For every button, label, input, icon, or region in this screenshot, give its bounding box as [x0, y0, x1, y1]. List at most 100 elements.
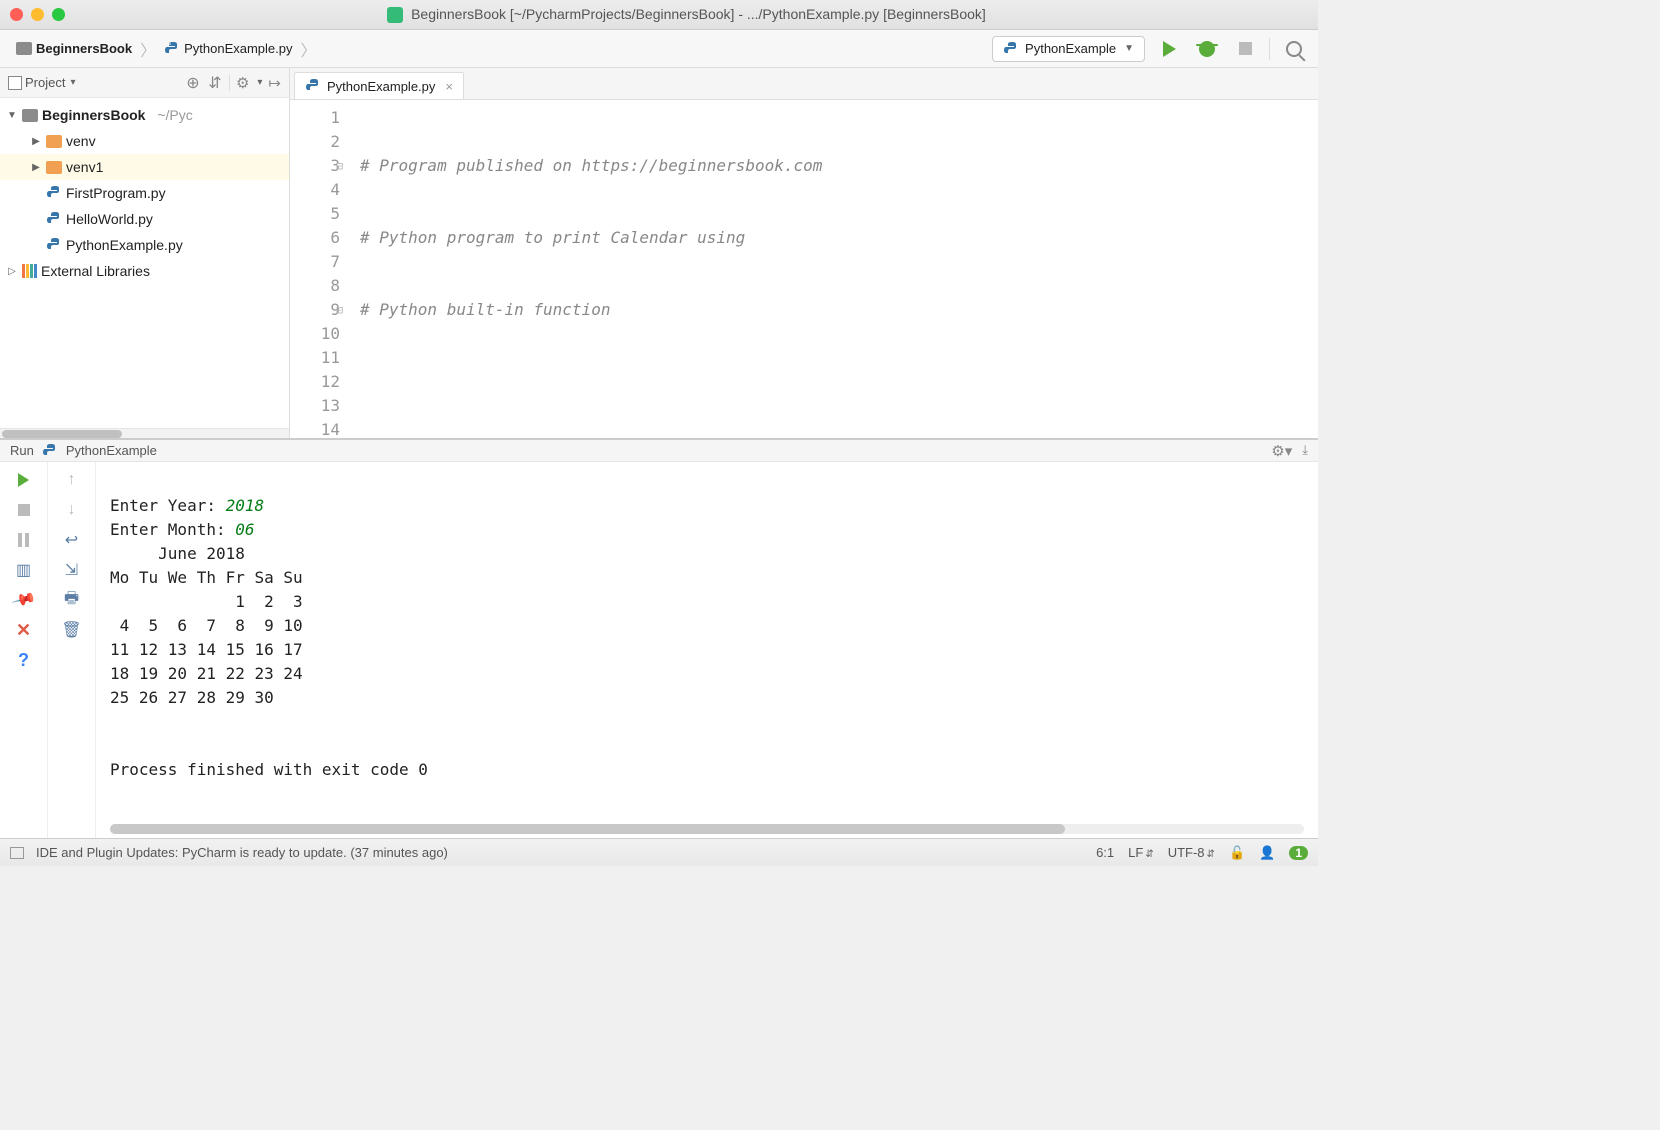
fold-icon[interactable]: ⊟ — [336, 298, 343, 322]
help-button[interactable]: ? — [14, 650, 34, 670]
editor: PythonExample.py × 1 2 3 4 5 6 7 8 9 10 … — [290, 68, 1318, 438]
pause-icon — [18, 533, 29, 547]
python-file-icon — [46, 237, 62, 253]
project-tool-label[interactable]: Project▾ — [8, 75, 76, 90]
tree-file[interactable]: PythonExample.py — [0, 232, 289, 258]
tree-folder[interactable]: ▶ venv — [0, 128, 289, 154]
tree-file[interactable]: FirstProgram.py — [0, 180, 289, 206]
scroll-to-end-icon[interactable]: ⇲ — [62, 560, 82, 580]
scrollbar-thumb[interactable] — [2, 430, 122, 438]
tree-external-libraries[interactable]: ▷ External Libraries — [0, 258, 289, 284]
stop-icon — [18, 504, 30, 516]
console-output[interactable]: Enter Year: 2018 Enter Month: 06 June 20… — [96, 462, 1318, 838]
folder-icon — [46, 161, 62, 174]
close-window-icon[interactable] — [10, 8, 23, 21]
stop-button[interactable] — [14, 500, 34, 520]
close-button[interactable]: ✕ — [14, 620, 34, 640]
project-tree[interactable]: ▼ BeginnersBook ~/Pyc ▶ venv ▶ venv1 Fir… — [0, 98, 289, 288]
scroll-to-source-icon[interactable]: ⊕ — [185, 75, 201, 91]
chevron-right-icon[interactable]: ▶ — [30, 136, 42, 147]
title-scope: [BeginnersBook] — [883, 6, 986, 22]
breadcrumb-separator: 〉 — [301, 37, 317, 61]
run-configuration-select[interactable]: PythonExample ▼ — [992, 36, 1145, 62]
code-editor[interactable]: 1 2 3 4 5 6 7 8 9 10 11 12 13 14 ⊟# Prog… — [290, 100, 1318, 438]
pycharm-icon — [387, 7, 403, 23]
python-file-icon — [46, 185, 62, 201]
python-file-icon — [305, 78, 321, 94]
chevron-down-icon: ▾ — [257, 77, 262, 88]
tab-label: PythonExample.py — [327, 79, 435, 94]
run-button[interactable] — [1155, 35, 1183, 63]
tree-label: venv — [66, 133, 96, 149]
title-file: .../PythonExample.py — [747, 6, 879, 22]
collapse-all-icon[interactable]: ⇵ — [207, 75, 223, 91]
up-icon[interactable]: ↑ — [62, 470, 82, 490]
soft-wrap-icon[interactable]: ↩ — [62, 530, 82, 550]
tree-path: ~/Pyc — [157, 107, 192, 123]
python-icon — [1003, 41, 1019, 57]
pause-button[interactable] — [14, 530, 34, 550]
status-message[interactable]: IDE and Plugin Updates: PyCharm is ready… — [36, 845, 448, 860]
project-toolbar: Project▾ ⊕ ⇵ ⚙ ▾ ↦ — [0, 68, 289, 98]
chevron-down-icon: ▼ — [1124, 43, 1134, 54]
breadcrumb-root[interactable]: BeginnersBook — [10, 39, 138, 58]
separator — [1269, 38, 1270, 60]
console-scrollbar[interactable] — [110, 824, 1304, 834]
event-log-icon[interactable] — [10, 847, 24, 859]
run-label: Run — [10, 443, 34, 458]
run-secondary-toolbar: ↑ ↓ ↩ ⇲ 🖶 🗑 — [48, 462, 96, 838]
chevron-right-icon[interactable]: ▷ — [6, 266, 18, 277]
cursor-position[interactable]: 6:1 — [1096, 845, 1114, 860]
down-icon[interactable]: ↓ — [62, 500, 82, 520]
print-icon[interactable]: 🖶 — [62, 590, 82, 610]
folder-icon — [16, 42, 32, 55]
hide-icon[interactable]: ↦ — [268, 74, 281, 92]
tree-label: venv1 — [66, 159, 103, 175]
encoding[interactable]: UTF-8⇵ — [1168, 845, 1215, 860]
tree-file[interactable]: HelloWorld.py — [0, 206, 289, 232]
tree-label: HelloWorld.py — [66, 211, 153, 227]
search-everywhere-button[interactable] — [1280, 35, 1308, 63]
close-tab-icon[interactable]: × — [445, 79, 453, 94]
lock-icon[interactable]: 🔓 — [1229, 845, 1245, 861]
window-title: BeginnersBook [~/PycharmProjects/Beginne… — [65, 6, 1308, 23]
run-config-name: PythonExample — [1025, 41, 1116, 56]
tree-label: PythonExample.py — [66, 237, 183, 253]
chevron-right-icon[interactable]: ▶ — [30, 162, 42, 173]
run-actions-toolbar: ▥ 📌 ✕ ? — [0, 462, 48, 838]
maximize-window-icon[interactable] — [52, 8, 65, 21]
stop-button[interactable] — [1231, 35, 1259, 63]
pin-button[interactable]: 📌 — [10, 586, 37, 613]
tree-folder[interactable]: ▶ venv1 — [0, 154, 289, 180]
scrollbar-thumb[interactable] — [110, 824, 1065, 834]
gear-icon[interactable]: ⚙▾ — [1271, 442, 1292, 460]
rerun-button[interactable] — [14, 470, 34, 490]
hector-icon[interactable]: 👤 — [1259, 845, 1275, 861]
notification-badge[interactable]: 1 — [1289, 846, 1308, 860]
breadcrumb-file[interactable]: PythonExample.py — [158, 39, 298, 59]
libraries-icon — [22, 264, 37, 278]
breadcrumb-label: BeginnersBook — [36, 41, 132, 56]
tree-label: FirstProgram.py — [66, 185, 166, 201]
play-icon — [1163, 41, 1176, 57]
tree-label: BeginnersBook — [42, 107, 145, 123]
editor-tab[interactable]: PythonExample.py × — [294, 72, 464, 99]
python-file-icon — [164, 41, 180, 57]
window-controls — [10, 8, 65, 21]
line-separator[interactable]: LF⇵ — [1128, 845, 1154, 860]
tree-root[interactable]: ▼ BeginnersBook ~/Pyc — [0, 102, 289, 128]
minimize-window-icon[interactable] — [31, 8, 44, 21]
debug-button[interactable] — [1193, 35, 1221, 63]
sidebar-scrollbar[interactable] — [0, 428, 289, 438]
code-body[interactable]: ⊟# Program published on https://beginner… — [350, 100, 1318, 438]
gear-icon[interactable]: ⚙ — [236, 74, 249, 92]
folder-icon — [46, 135, 62, 148]
clear-icon[interactable]: 🗑 — [62, 620, 82, 640]
download-icon[interactable]: ⤓ — [1302, 442, 1308, 460]
fold-icon[interactable]: ⊟ — [336, 154, 343, 178]
search-icon — [1286, 41, 1302, 57]
layout-button[interactable]: ▥ — [14, 560, 34, 580]
tool-window-icon — [8, 76, 22, 90]
chevron-down-icon[interactable]: ▼ — [6, 110, 18, 121]
tree-label: External Libraries — [41, 263, 150, 279]
